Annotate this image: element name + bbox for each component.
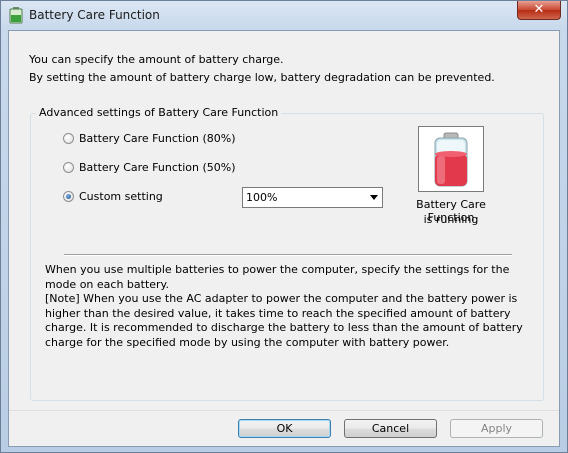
ok-button[interactable]: OK: [238, 419, 331, 438]
battery-status-image: [418, 126, 484, 192]
custom-value-dropdown[interactable]: 100%: [242, 187, 383, 208]
group-legend: Advanced settings of Battery Care Functi…: [36, 106, 282, 119]
description-line-2: By setting the amount of battery charge …: [29, 71, 495, 84]
group-divider: [64, 254, 512, 256]
battery-app-icon: [9, 7, 23, 24]
chevron-down-icon: [370, 195, 378, 200]
note-paragraph-2: [Note] When you use the AC adapter to po…: [45, 292, 523, 349]
radio-label-80: Battery Care Function (80%): [79, 132, 236, 145]
dialog-content: You can specify the amount of battery ch…: [8, 30, 560, 447]
radio-button-80[interactable]: [63, 133, 74, 144]
apply-button[interactable]: Apply: [450, 419, 543, 438]
note-text: When you use multiple batteries to power…: [45, 263, 525, 351]
cancel-button[interactable]: Cancel: [344, 419, 437, 438]
custom-value-selected: 100%: [246, 191, 278, 204]
radio-label-50: Battery Care Function (50%): [79, 161, 236, 174]
dialog-window: Battery Care Function ✕ You can specify …: [0, 0, 568, 453]
note-paragraph-1: When you use multiple batteries to power…: [45, 263, 510, 291]
description-line-1: You can specify the amount of battery ch…: [29, 53, 284, 66]
status-text-line-2: is running: [423, 213, 479, 226]
radio-label-custom: Custom setting: [79, 190, 163, 203]
title-bar[interactable]: Battery Care Function ✕: [1, 1, 567, 29]
footer-separator: [9, 410, 559, 411]
window-title: Battery Care Function: [29, 8, 160, 22]
battery-icon: [434, 132, 468, 187]
radio-button-custom[interactable]: [63, 191, 74, 202]
radio-button-50[interactable]: [63, 162, 74, 173]
close-icon: ✕: [533, 2, 545, 17]
close-button[interactable]: ✕: [517, 1, 561, 20]
